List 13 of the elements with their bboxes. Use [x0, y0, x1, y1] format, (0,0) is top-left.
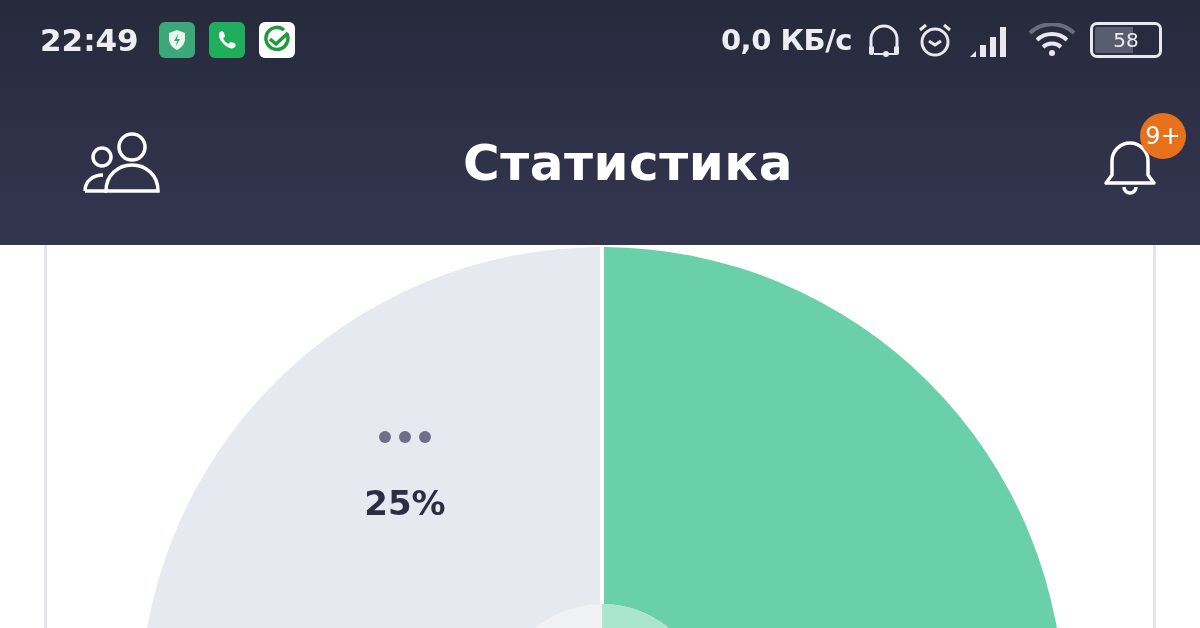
check-icon [258, 22, 295, 58]
notification-badge: 9+ [1140, 112, 1186, 159]
shield-icon [158, 22, 195, 58]
network-speed: 0,0 КБ/с [720, 23, 852, 57]
screen-title: Статистика [463, 133, 793, 192]
headphones-icon [866, 22, 902, 58]
phone-icon [208, 22, 245, 58]
wifi-icon [1028, 23, 1076, 57]
percent-label: 25% [364, 483, 446, 523]
status-time: 22:49 [40, 22, 139, 58]
alarm-clock-icon [916, 21, 954, 59]
battery-icon: 58 [1090, 22, 1162, 58]
more-icon[interactable] [378, 430, 432, 444]
